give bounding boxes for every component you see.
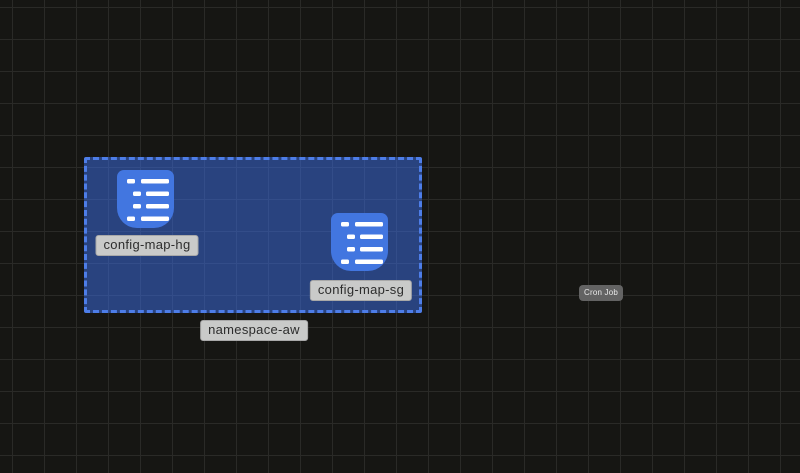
node-config-map-hg[interactable] [117, 170, 174, 228]
node-config-map-sg[interactable] [331, 213, 388, 271]
node-label-config-map-sg[interactable]: config-map-sg [310, 280, 412, 301]
config-map-icon [117, 170, 174, 228]
cron-job-drag-chip[interactable]: Cron Job [579, 285, 623, 301]
diagram-canvas[interactable]: config-map-hg config-map-sg namespace-aw… [0, 0, 800, 473]
node-label-config-map-hg[interactable]: config-map-hg [96, 235, 199, 256]
namespace-group-label[interactable]: namespace-aw [200, 320, 308, 341]
config-map-icon [331, 213, 388, 271]
